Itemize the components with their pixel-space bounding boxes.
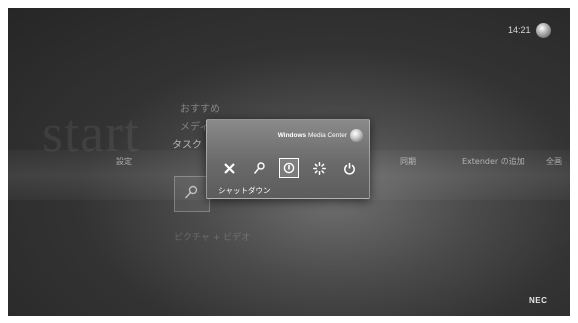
menu-item-media[interactable]: メディ [180, 118, 209, 133]
close-icon [223, 162, 235, 174]
restart-button[interactable] [309, 158, 329, 178]
strip-item-add-extender[interactable]: Extender の追加 [462, 156, 525, 167]
close-button[interactable] [219, 158, 239, 178]
clock: 14:21 [508, 25, 531, 35]
shutdown-button[interactable] [279, 158, 299, 178]
key-icon [253, 161, 265, 174]
shutdown-icon [283, 162, 295, 174]
strip-item-fullscreen[interactable]: 全画 [546, 156, 562, 167]
strip-item-settings[interactable]: 設定 [116, 156, 132, 167]
power-button[interactable] [339, 158, 359, 178]
menu-item-tasks[interactable]: タスク [172, 136, 202, 151]
key-icon [184, 185, 198, 199]
selected-action-label: シャットダウン [218, 186, 271, 195]
dialog-brand: Windows Media Center [278, 132, 347, 139]
nec-logo: NEC [529, 296, 548, 305]
media-center-logo-icon [350, 129, 363, 142]
menu-item-recommended[interactable]: おすすめ [180, 100, 220, 115]
strip-item-sync[interactable]: 同期 [400, 156, 416, 167]
brand-media-center: Media Center [306, 132, 347, 139]
task-tile[interactable] [174, 176, 210, 212]
start-watermark: start [42, 103, 140, 163]
power-icon [343, 162, 355, 175]
shutdown-dialog: Windows Media Center シャットダウン [206, 119, 370, 199]
media-center-screen: start 14:21 おすすめ メディ タスク 設定 同期 Extender … [8, 8, 570, 316]
sub-item-pictures-video[interactable]: ピクチャ + ビデオ [174, 230, 250, 243]
lock-button[interactable] [249, 158, 269, 178]
restart-icon [312, 161, 326, 175]
windows-orb-icon[interactable] [536, 23, 551, 38]
brand-windows: Windows [277, 132, 307, 139]
